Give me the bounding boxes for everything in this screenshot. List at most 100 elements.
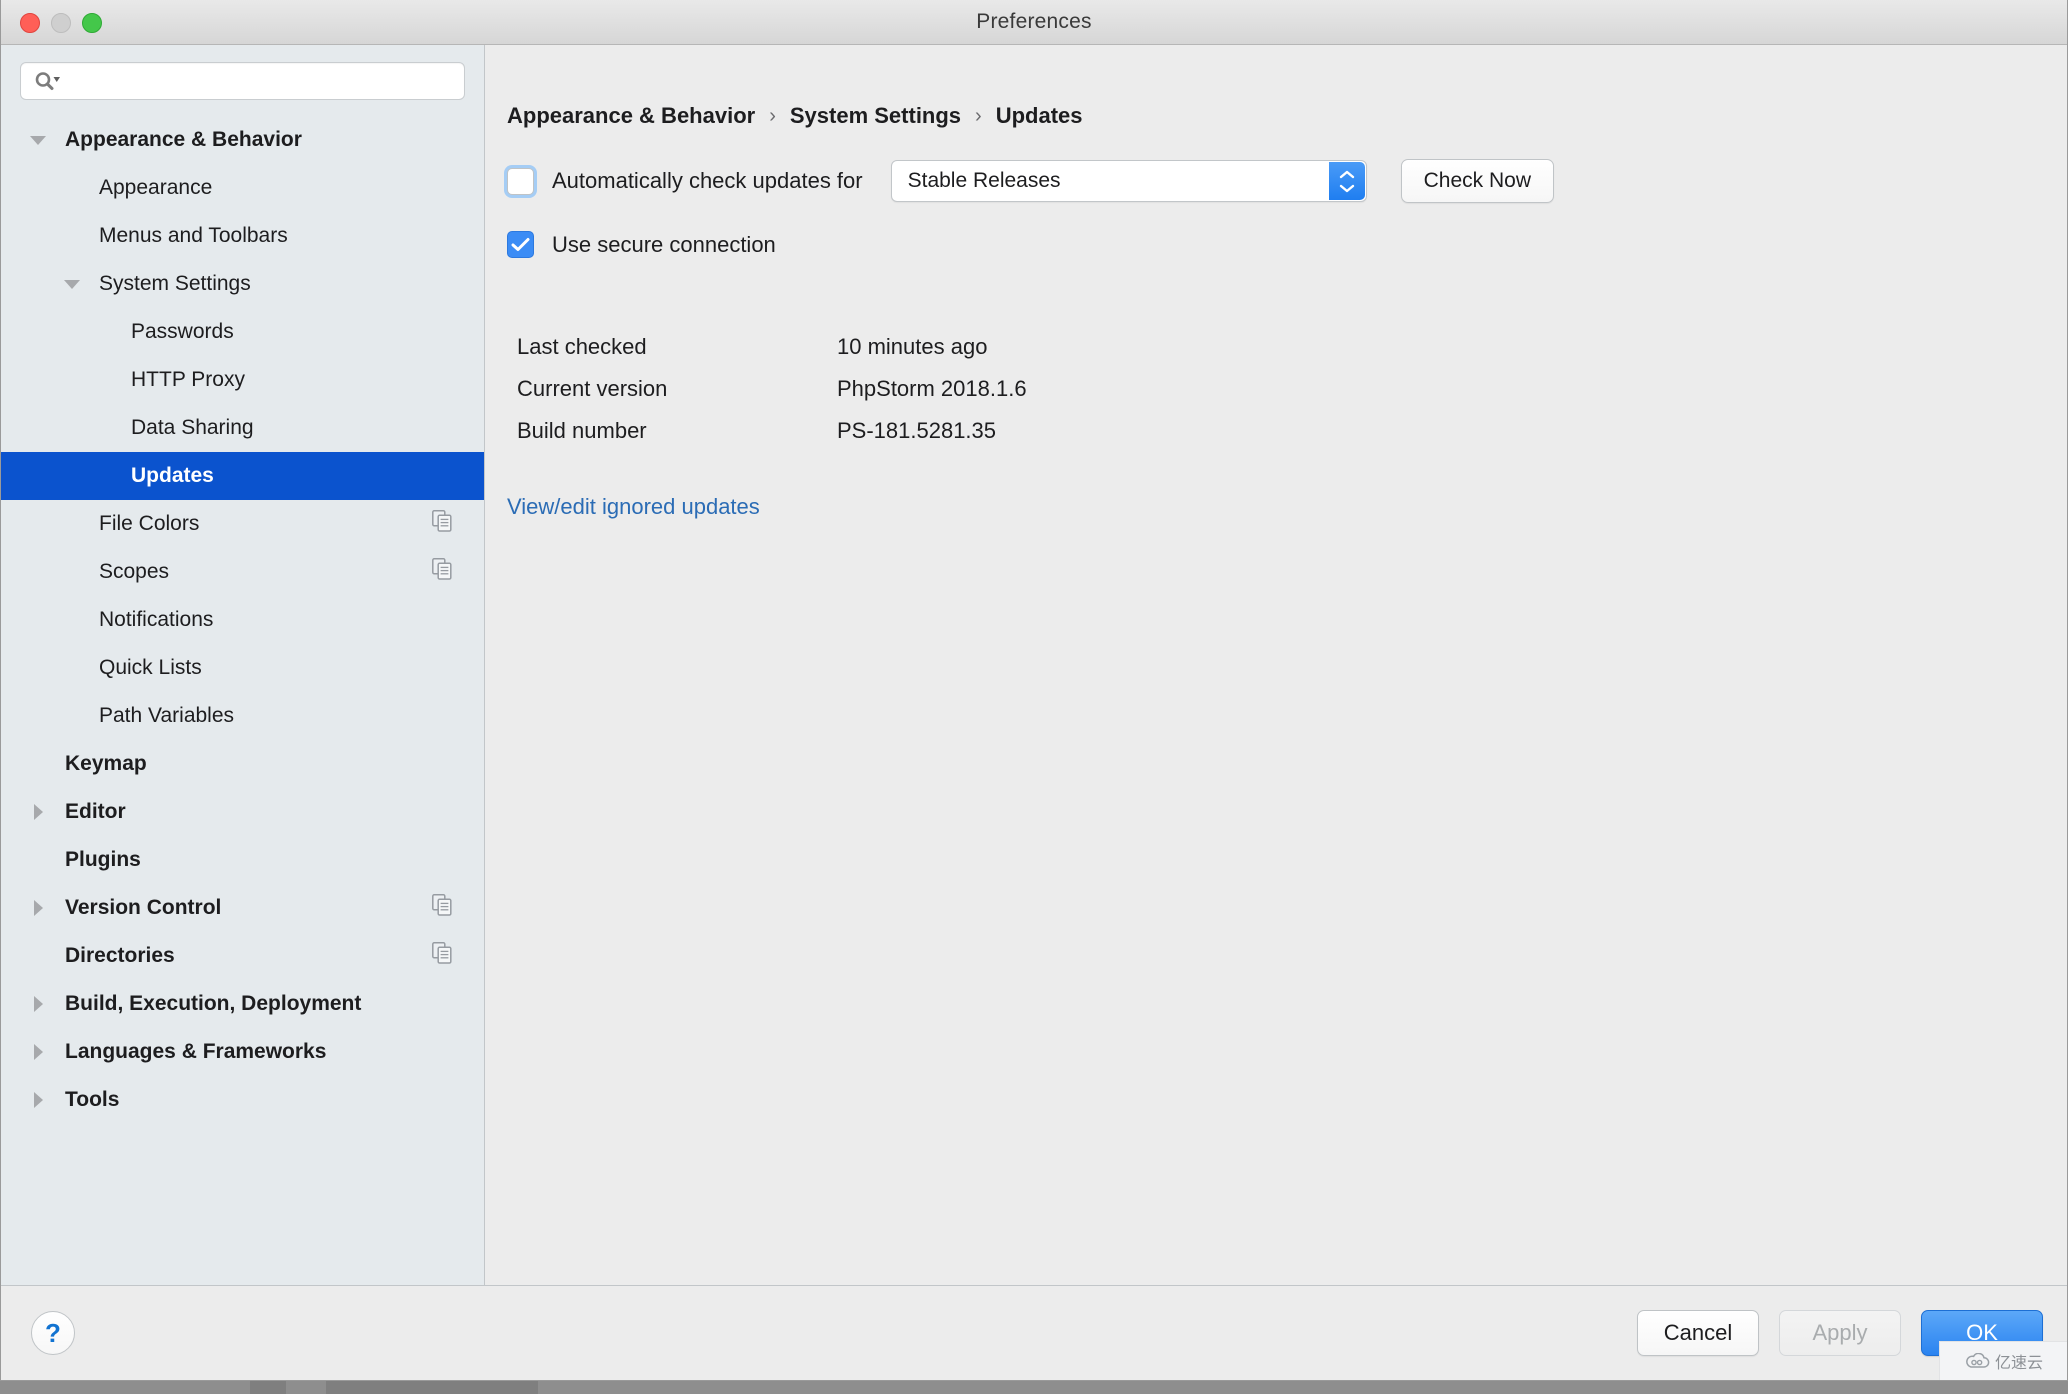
sidebar-item-label: File Colors bbox=[99, 512, 200, 535]
breadcrumb-item[interactable]: System Settings bbox=[790, 103, 961, 129]
view-edit-ignored-updates-link[interactable]: View/edit ignored updates bbox=[507, 494, 760, 520]
preferences-window: Preferences Appearance & Behavior Appeara bbox=[0, 0, 2068, 1381]
sidebar-item-scopes[interactable]: Scopes bbox=[1, 548, 484, 596]
sidebar-item-label: Tools bbox=[65, 1088, 120, 1111]
sidebar-item-label: Keymap bbox=[65, 752, 147, 775]
use-secure-connection-row: Use secure connection bbox=[507, 231, 2067, 258]
breadcrumb-separator: › bbox=[769, 104, 776, 127]
info-row: Build number PS-181.5281.35 bbox=[517, 410, 2067, 452]
minimize-window-button[interactable] bbox=[51, 13, 71, 33]
sidebar-item-label: Passwords bbox=[131, 320, 234, 343]
sidebar-item-label: Data Sharing bbox=[131, 416, 254, 439]
triangle-right-icon[interactable] bbox=[27, 1076, 49, 1124]
triangle-down-icon[interactable] bbox=[61, 260, 83, 308]
desktop-background bbox=[0, 1381, 2068, 1394]
sidebar-item-notifications[interactable]: Notifications bbox=[1, 596, 484, 644]
close-window-button[interactable] bbox=[20, 13, 40, 33]
sidebar-item-label: Scopes bbox=[99, 560, 170, 583]
sidebar-item-label: Build, Execution, Deployment bbox=[65, 992, 362, 1015]
search-input[interactable] bbox=[60, 71, 464, 91]
dialog-bottom-bar: ? Cancel Apply OK bbox=[1, 1285, 2067, 1380]
auto-check-updates-row: Automatically check updates for Stable R… bbox=[507, 159, 2067, 203]
info-row: Current version PhpStorm 2018.1.6 bbox=[517, 368, 2067, 410]
sidebar-item-languages-frameworks[interactable]: Languages & Frameworks bbox=[1, 1028, 484, 1076]
check-now-button[interactable]: Check Now bbox=[1400, 159, 1554, 203]
sidebar-item-tools[interactable]: Tools bbox=[1, 1076, 484, 1124]
breadcrumb-item[interactable]: Appearance & Behavior bbox=[507, 103, 755, 129]
help-button[interactable]: ? bbox=[31, 1311, 75, 1355]
chevron-updown-icon[interactable] bbox=[1328, 162, 1365, 200]
apply-button[interactable]: Apply bbox=[1779, 1310, 1901, 1356]
info-row: Last checked 10 minutes ago bbox=[517, 326, 2067, 368]
check-icon bbox=[511, 238, 530, 251]
update-info-table: Last checked 10 minutes ago Current versio… bbox=[517, 326, 2067, 452]
sidebar-item-label: Updates bbox=[131, 464, 214, 487]
sidebar-item-quick-lists[interactable]: Quick Lists bbox=[1, 644, 484, 692]
sidebar-item-label: Quick Lists bbox=[99, 656, 202, 679]
sidebar-item-label: Appearance bbox=[99, 176, 213, 199]
use-secure-connection-label: Use secure connection bbox=[552, 231, 776, 257]
preferences-body: Appearance & Behavior Appearance Menus and… bbox=[1, 45, 2067, 1285]
sidebar-item-data-sharing[interactable]: Data Sharing bbox=[1, 404, 484, 452]
settings-tree: Appearance & Behavior Appearance Menus and… bbox=[1, 114, 484, 1285]
sidebar-item-version-control[interactable]: Version Control bbox=[1, 884, 484, 932]
search-container bbox=[1, 45, 484, 114]
search-field[interactable] bbox=[20, 62, 465, 100]
info-label: Build number bbox=[517, 418, 647, 443]
sidebar-item-build-execution-deployment[interactable]: Build, Execution, Deployment bbox=[1, 980, 484, 1028]
sidebar-item-label: Editor bbox=[65, 800, 126, 823]
settings-sidebar: Appearance & Behavior Appearance Menus and… bbox=[1, 45, 485, 1285]
breadcrumb: Appearance & Behavior › System Settings › Up… bbox=[507, 103, 2067, 129]
breadcrumb-separator: › bbox=[975, 104, 982, 127]
sidebar-item-label: System Settings bbox=[99, 272, 251, 295]
triangle-right-icon[interactable] bbox=[27, 788, 49, 836]
info-label: Last checked bbox=[517, 334, 647, 359]
window-controls bbox=[20, 13, 102, 33]
info-label: Current version bbox=[517, 376, 668, 401]
sidebar-item-appearance[interactable]: Appearance bbox=[1, 164, 484, 212]
sidebar-item-plugins[interactable]: Plugins bbox=[1, 836, 484, 884]
window-title: Preferences bbox=[976, 10, 1092, 33]
sidebar-item-label: Path Variables bbox=[99, 704, 235, 727]
triangle-right-icon[interactable] bbox=[27, 980, 49, 1028]
maximize-window-button[interactable] bbox=[82, 13, 102, 33]
sidebar-item-label: Plugins bbox=[65, 848, 141, 871]
sidebar-item-label: Appearance & Behavior bbox=[65, 128, 302, 151]
cancel-button[interactable]: Cancel bbox=[1637, 1310, 1759, 1356]
info-value: 10 minutes ago bbox=[837, 334, 988, 359]
sidebar-item-label: Notifications bbox=[99, 608, 214, 631]
sidebar-item-system-settings[interactable]: System Settings bbox=[1, 260, 484, 308]
sidebar-item-http-proxy[interactable]: HTTP Proxy bbox=[1, 356, 484, 404]
breadcrumb-item[interactable]: Updates bbox=[996, 103, 1083, 129]
use-secure-connection-checkbox[interactable] bbox=[507, 231, 534, 258]
info-value: PhpStorm 2018.1.6 bbox=[837, 376, 1027, 401]
cloud-icon bbox=[1966, 1352, 1990, 1368]
sidebar-item-file-colors[interactable]: File Colors bbox=[1, 500, 484, 548]
triangle-down-icon[interactable] bbox=[27, 116, 49, 164]
sidebar-item-passwords[interactable]: Passwords bbox=[1, 308, 484, 356]
copy-settings-icon bbox=[432, 510, 452, 538]
sidebar-item-label: Version Control bbox=[65, 896, 222, 919]
sidebar-item-updates[interactable]: Updates bbox=[1, 452, 484, 500]
auto-check-updates-checkbox[interactable] bbox=[507, 167, 534, 195]
sidebar-item-label: HTTP Proxy bbox=[131, 368, 245, 391]
sidebar-item-keymap[interactable]: Keymap bbox=[1, 740, 484, 788]
updates-settings-panel: Appearance & Behavior › System Settings › Up… bbox=[485, 45, 2067, 1285]
sidebar-item-label: Menus and Toolbars bbox=[99, 224, 288, 247]
sidebar-item-menus-and-toolbars[interactable]: Menus and Toolbars bbox=[1, 212, 484, 260]
window-titlebar: Preferences bbox=[1, 0, 2067, 45]
update-channel-value: Stable Releases bbox=[907, 169, 1061, 192]
triangle-right-icon[interactable] bbox=[27, 1028, 49, 1076]
search-icon bbox=[34, 71, 60, 91]
watermark: 亿速云 bbox=[1939, 1341, 2067, 1380]
sidebar-item-directories[interactable]: Directories bbox=[1, 932, 484, 980]
copy-settings-icon bbox=[432, 942, 452, 970]
sidebar-item-editor[interactable]: Editor bbox=[1, 788, 484, 836]
copy-settings-icon bbox=[432, 894, 452, 922]
sidebar-item-appearance-behavior[interactable]: Appearance & Behavior bbox=[1, 116, 484, 164]
sidebar-item-label: Languages & Frameworks bbox=[65, 1040, 327, 1063]
sidebar-item-label: Directories bbox=[65, 944, 175, 967]
update-channel-select[interactable]: Stable Releases bbox=[890, 160, 1367, 202]
sidebar-item-path-variables[interactable]: Path Variables bbox=[1, 692, 484, 740]
triangle-right-icon[interactable] bbox=[27, 884, 49, 932]
